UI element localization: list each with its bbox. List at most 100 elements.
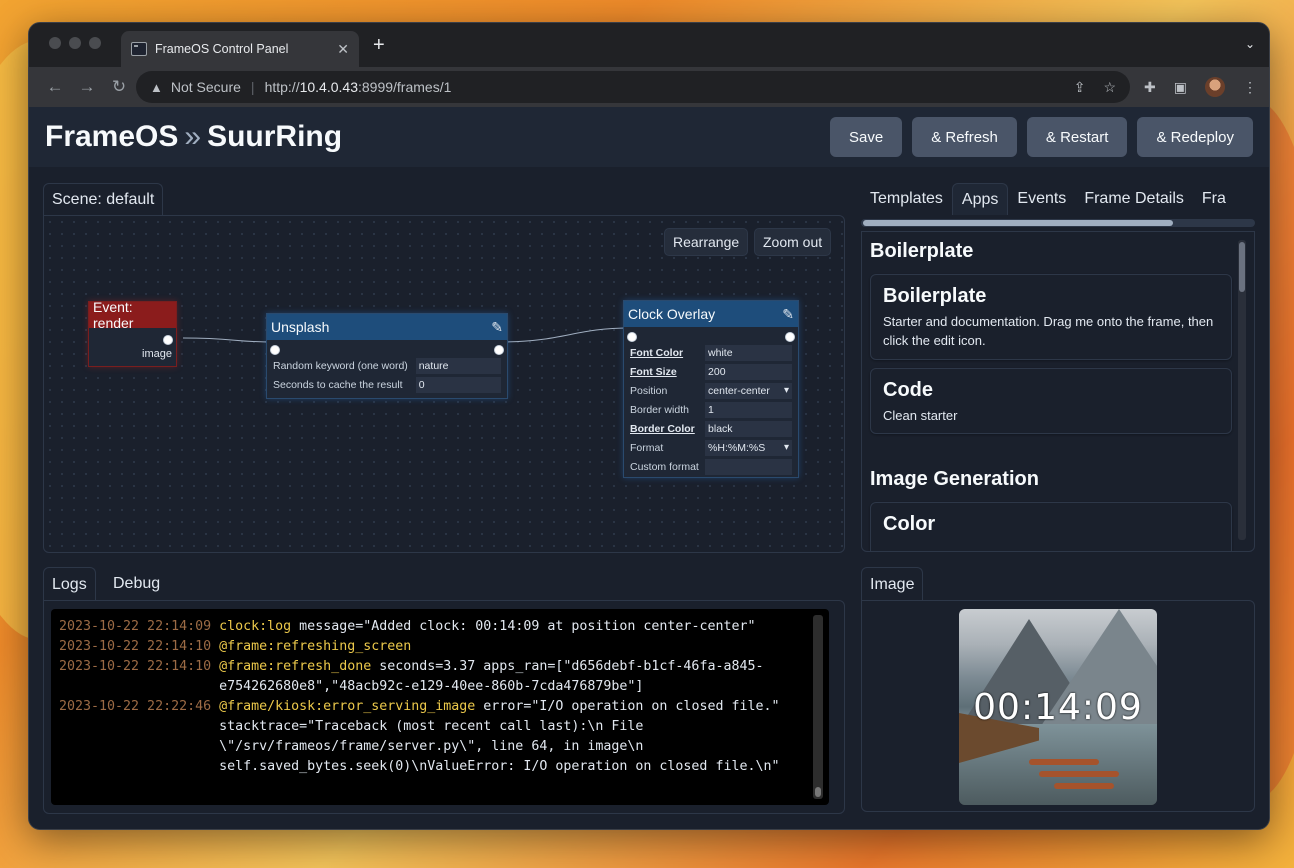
bookmark-star-icon[interactable]: ☆: [1103, 79, 1116, 96]
side-tabs: Templates Apps Events Frame Details Fra: [861, 183, 1255, 215]
boat-shape: [1054, 783, 1114, 789]
tabs-scrollbar[interactable]: [861, 219, 1255, 227]
profile-avatar[interactable]: [1205, 77, 1225, 97]
position-select[interactable]: center-center: [705, 382, 792, 399]
keyword-input[interactable]: nature: [415, 357, 501, 374]
node-title: Event: render: [89, 299, 176, 331]
zoom-out-button[interactable]: Zoom out: [754, 228, 832, 256]
app-card-description: Clean starter: [883, 408, 958, 423]
security-label: Not Secure: [170, 79, 241, 95]
save-redeploy-button[interactable]: & Redeploy: [1137, 117, 1253, 157]
format-select[interactable]: %H:%M:%S: [705, 439, 792, 456]
node-header: Unsplash ✎: [267, 314, 507, 340]
tab-image[interactable]: Image: [861, 567, 924, 601]
clock-overlay-node[interactable]: Clock Overlay ✎ Font Color white Font Si…: [623, 300, 799, 478]
app-card-code[interactable]: Code Clean starter: [870, 368, 1232, 434]
url-host: 10.4.0.43: [299, 79, 358, 95]
log-output[interactable]: 2023-10-22 22:14:09 clock:log message="A…: [51, 609, 829, 805]
cache-seconds-input[interactable]: 0: [415, 376, 501, 393]
log-event: clock:log: [219, 619, 292, 634]
node-title: Unsplash: [271, 319, 330, 335]
side-panel-icon[interactable]: ▣: [1174, 79, 1187, 96]
tab-apps[interactable]: Apps: [951, 183, 1009, 215]
browser-tab[interactable]: FrameOS Control Panel ✕: [121, 31, 359, 67]
field-row: Custom format: [624, 457, 798, 476]
share-icon[interactable]: ⇪: [1074, 79, 1086, 96]
field-label: Border Color: [630, 422, 695, 435]
warning-icon: ▲: [150, 79, 163, 95]
boat-shape: [1039, 771, 1119, 777]
tab-scene-default[interactable]: Scene: default: [43, 183, 164, 216]
output-port[interactable]: [494, 345, 504, 355]
log-timestamp: 2023-10-22 22:22:46: [59, 699, 212, 714]
browser-toolbar: ← → ↻ ▲ Not Secure | http://10.4.0.43:89…: [29, 67, 1269, 107]
event-node[interactable]: Event: render image: [88, 299, 177, 367]
tab-frame-details[interactable]: Frame Details: [1075, 183, 1193, 215]
custom-format-input[interactable]: [705, 458, 792, 475]
extensions-icon[interactable]: ✚: [1144, 79, 1156, 96]
app-card-boilerplate[interactable]: Boilerplate Starter and documentation. D…: [870, 274, 1232, 360]
edit-icon[interactable]: ✎: [491, 319, 503, 336]
back-icon[interactable]: ←: [39, 77, 71, 97]
input-port[interactable]: [270, 345, 280, 355]
frame-name: SuurRing: [207, 120, 343, 153]
unsplash-node[interactable]: Unsplash ✎ Random keyword (one word) nat…: [266, 313, 508, 399]
log-scrollbar[interactable]: [813, 615, 823, 799]
tab-events[interactable]: Events: [1008, 183, 1075, 215]
tab-overflow[interactable]: Fra: [1193, 183, 1235, 215]
title-separator: »: [184, 120, 202, 153]
zoom-window-button[interactable]: [89, 37, 101, 49]
tab-debug[interactable]: Debug: [113, 567, 160, 601]
save-button[interactable]: Save: [830, 117, 903, 157]
field-label: Position: [630, 384, 668, 397]
field-label: Random keyword (one word): [273, 359, 408, 372]
output-port[interactable]: [785, 332, 795, 342]
field-label: Custom format: [630, 460, 699, 473]
log-event: @frame/kiosk:error_serving_image: [219, 699, 476, 714]
new-tab-icon[interactable]: +: [373, 35, 385, 55]
field-row: Position center-center: [624, 381, 798, 400]
app-card-name: Boilerplate: [883, 285, 987, 307]
field-row: Font Size 200: [624, 362, 798, 381]
address-bar[interactable]: ▲ Not Secure | http://10.4.0.43:8999/fra…: [136, 71, 1130, 103]
port-label: image: [142, 348, 172, 360]
field-label: Border width: [630, 403, 689, 416]
app-card-description: Starter and documentation. Drag me onto …: [883, 314, 1214, 348]
border-color-input[interactable]: black: [705, 420, 792, 437]
rearrange-button[interactable]: Rearrange: [664, 228, 749, 256]
log-timestamp: 2023-10-22 22:14:10: [59, 639, 212, 654]
minimize-window-button[interactable]: [69, 37, 81, 49]
forward-icon[interactable]: →: [71, 77, 103, 97]
field-label: Font Size: [630, 365, 677, 378]
tab-templates[interactable]: Templates: [861, 183, 952, 215]
menu-icon[interactable]: ⋮: [1243, 79, 1257, 96]
category-title: Boilerplate: [870, 240, 974, 262]
page-header: FrameOS» SuurRing Save & Refresh & Restar…: [29, 107, 1269, 167]
app-card-color[interactable]: Color: [870, 502, 1232, 551]
field-row: Format %H:%M:%S: [624, 438, 798, 457]
input-port[interactable]: [627, 332, 637, 342]
close-tab-icon[interactable]: ✕: [337, 41, 349, 58]
close-window-button[interactable]: [49, 37, 61, 49]
font-size-input[interactable]: 200: [705, 363, 792, 380]
edit-icon[interactable]: ✎: [782, 306, 794, 323]
field-label: Seconds to cache the result: [273, 378, 403, 391]
frame-preview-image: 00:14:09: [959, 609, 1157, 805]
clock-overlay-text: 00:14:09: [973, 687, 1143, 728]
field-row: Border width 1: [624, 400, 798, 419]
url-scheme: http://: [264, 79, 300, 95]
save-restart-button[interactable]: & Restart: [1026, 117, 1128, 157]
log-event: @frame:refresh_done: [219, 659, 372, 674]
chevron-down-icon[interactable]: ⌄: [1245, 37, 1255, 51]
tab-logs[interactable]: Logs: [43, 567, 96, 601]
apps-scrollbar[interactable]: [1238, 240, 1246, 540]
terminal-favicon-icon: [131, 42, 147, 56]
output-port[interactable]: [163, 335, 173, 345]
scene-canvas[interactable]: Rearrange Zoom out Event: render image U…: [43, 215, 845, 553]
field-row: Border Color black: [624, 419, 798, 438]
reload-icon[interactable]: ↻: [103, 77, 135, 97]
border-width-input[interactable]: 1: [705, 401, 792, 418]
save-refresh-button[interactable]: & Refresh: [912, 117, 1017, 157]
apps-list: Boilerplate Boilerplate Starter and docu…: [861, 231, 1255, 552]
font-color-input[interactable]: white: [705, 344, 792, 361]
